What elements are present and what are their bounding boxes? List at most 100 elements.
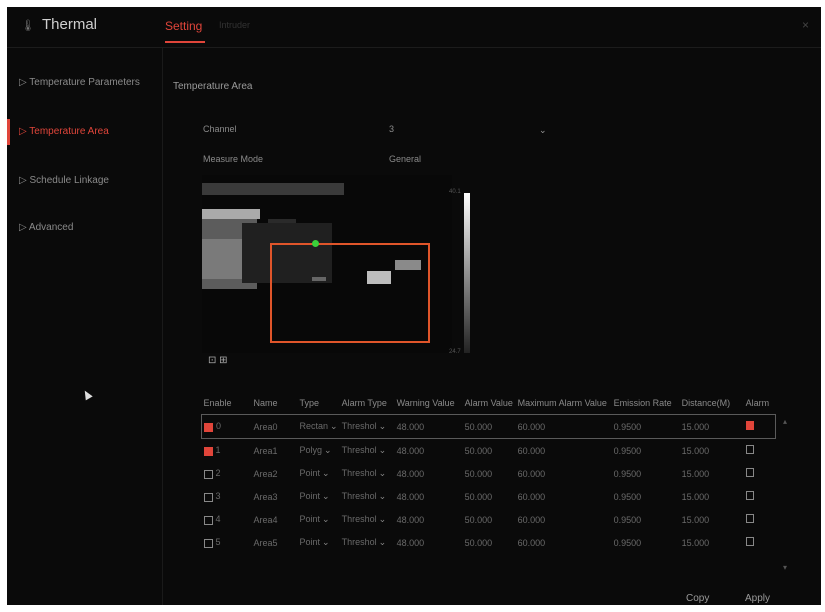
scroll-up-arrow-icon[interactable]: ▴ — [783, 417, 787, 426]
emission-rate-cell[interactable]: 0.9500 — [612, 462, 680, 485]
chevron-down-icon[interactable]: ⌄ — [539, 125, 547, 136]
alarm-indicator[interactable] — [745, 537, 754, 546]
warning-value-cell[interactable]: 48.000 — [395, 439, 463, 463]
alarm-type-cell[interactable]: Threshol ⌄ — [340, 508, 395, 531]
max-alarm-value-cell[interactable]: 60.000 — [516, 462, 612, 485]
alarm-type-cell[interactable]: Threshol ⌄ — [340, 531, 395, 554]
type-cell[interactable]: Point ⌄ — [298, 508, 340, 531]
enable-cell[interactable]: 1 — [202, 439, 252, 463]
table-row[interactable]: 2 Area2 Point ⌄ Threshol ⌄ 48.000 50.000 6… — [202, 462, 776, 485]
emission-rate-cell[interactable]: 0.9500 — [612, 439, 680, 463]
alarm-cell[interactable] — [743, 414, 777, 439]
type-cell[interactable]: Rectan ⌄ — [297, 414, 340, 439]
alarm-value-cell[interactable]: 50.000 — [463, 485, 516, 508]
alarm-cell[interactable] — [744, 485, 776, 508]
enable-checkbox[interactable] — [203, 538, 213, 548]
warning-value-cell[interactable]: 48.000 — [395, 508, 463, 531]
table-row[interactable]: 4 Area4 Point ⌄ Threshol ⌄ 48.000 50.000 6… — [202, 508, 776, 531]
alarm-value-cell[interactable]: 50.000 — [463, 508, 516, 531]
distance-cell[interactable]: 15.000 — [680, 462, 744, 485]
preview-tool-icons[interactable]: ⊡ ⊞ — [208, 355, 228, 366]
scroll-down-arrow-icon[interactable]: ▾ — [783, 563, 787, 572]
sidebar-item-advanced[interactable]: ▷ Advanced — [7, 215, 162, 241]
distance-cell[interactable]: 15.000 — [680, 485, 744, 508]
sidebar-item-schedule-linkage[interactable]: ▷ Schedule Linkage — [7, 168, 162, 194]
type-cell[interactable]: Polyg ⌄ — [298, 439, 340, 463]
alarm-value-cell[interactable]: 50.000 — [462, 414, 516, 439]
enable-checkbox[interactable] — [203, 446, 213, 456]
enable-cell[interactable]: 2 — [202, 462, 252, 485]
name-cell[interactable]: Area0 — [251, 414, 298, 439]
table-row[interactable]: 3 Area3 Point ⌄ Threshol ⌄ 48.000 50.000 6… — [202, 485, 776, 508]
type-cell[interactable]: Point ⌄ — [298, 462, 340, 485]
enable-cell[interactable]: 4 — [202, 508, 252, 531]
emission-rate-cell[interactable]: 0.9500 — [612, 508, 680, 531]
enable-checkbox[interactable] — [203, 492, 213, 502]
name-cell[interactable]: Area4 — [252, 508, 298, 531]
max-alarm-value-cell[interactable]: 60.000 — [516, 485, 612, 508]
point-marker[interactable] — [312, 240, 319, 247]
max-alarm-value-cell[interactable]: 60.000 — [515, 414, 612, 439]
type-cell[interactable]: Point ⌄ — [298, 531, 340, 554]
alarm-value-cell[interactable]: 50.000 — [463, 439, 516, 463]
distance-cell[interactable]: 15.000 — [679, 414, 744, 439]
distance-cell[interactable]: 15.000 — [680, 439, 744, 463]
channel-select[interactable]: 3 — [389, 124, 394, 134]
measurement-rectangle-area[interactable] — [270, 243, 430, 343]
alarm-cell[interactable] — [744, 439, 776, 463]
emission-rate-cell[interactable]: 0.9500 — [612, 531, 680, 554]
alarm-cell[interactable] — [744, 462, 776, 485]
sidebar-item-temperature-area[interactable]: ▷ Temperature Area — [7, 119, 162, 145]
row-id: 4 — [215, 514, 221, 525]
table-row[interactable]: 1 Area1 Polyg ⌄ Threshol ⌄ 48.000 50.000 6… — [202, 439, 776, 463]
tab-second[interactable]: Intruder — [219, 20, 250, 30]
warning-value-cell[interactable]: 48.000 — [394, 414, 463, 439]
col-enable: Enable — [203, 398, 232, 408]
alarm-value-cell[interactable]: 50.000 — [463, 462, 516, 485]
emission-rate-cell[interactable]: 0.9500 — [612, 485, 680, 508]
name-cell[interactable]: Area3 — [252, 485, 298, 508]
warning-value-cell[interactable]: 48.000 — [395, 485, 463, 508]
alarm-indicator[interactable] — [745, 491, 754, 500]
warning-value-cell[interactable]: 48.000 — [395, 462, 463, 485]
close-icon[interactable]: × — [802, 18, 809, 32]
enable-cell[interactable]: 3 — [202, 485, 252, 508]
sidebar-item-temperature-parameters[interactable]: ▷ Temperature Parameters — [7, 70, 162, 96]
max-alarm-value-cell[interactable]: 60.000 — [516, 439, 612, 463]
enable-checkbox[interactable] — [203, 515, 213, 525]
enable-checkbox[interactable] — [204, 422, 213, 432]
enable-cell[interactable]: 5 — [202, 531, 252, 554]
thermal-preview-image[interactable] — [202, 175, 452, 353]
alarm-indicator[interactable] — [745, 445, 754, 454]
distance-cell[interactable]: 15.000 — [680, 508, 744, 531]
max-alarm-value-cell[interactable]: 60.000 — [516, 508, 612, 531]
apply-button[interactable]: Apply — [745, 593, 770, 604]
alarm-type-cell[interactable]: Threshol ⌄ — [340, 462, 395, 485]
alarm-cell[interactable] — [744, 508, 776, 531]
enable-checkbox[interactable] — [203, 469, 213, 479]
alarm-type-cell[interactable]: Threshol ⌄ — [339, 414, 395, 439]
warning-value-cell[interactable]: 48.000 — [395, 531, 463, 554]
name-cell[interactable]: Area5 — [252, 531, 298, 554]
alarm-value-cell[interactable]: 50.000 — [463, 531, 516, 554]
tab-setting[interactable]: Setting — [165, 19, 202, 33]
table-header-row: Enable Name Type Alarm Type Warning Valu… — [202, 392, 776, 415]
alarm-type-value: Threshol — [341, 514, 377, 524]
table-row[interactable]: 5 Area5 Point ⌄ Threshol ⌄ 48.000 50.000 6… — [202, 531, 776, 554]
alarm-type-cell[interactable]: Threshol ⌄ — [340, 439, 395, 463]
alarm-indicator[interactable] — [745, 468, 754, 477]
alarm-indicator[interactable] — [745, 514, 754, 523]
type-cell[interactable]: Point ⌄ — [298, 485, 340, 508]
alarm-indicator[interactable] — [745, 421, 754, 430]
distance-cell[interactable]: 15.000 — [680, 531, 744, 554]
alarm-type-cell[interactable]: Threshol ⌄ — [340, 485, 395, 508]
table-row[interactable]: 0 Area0 Rectan ⌄ Threshol ⌄ 48.000 50.000 … — [201, 414, 777, 439]
alarm-cell[interactable] — [744, 531, 776, 554]
temperature-scale-bar — [464, 193, 470, 353]
name-cell[interactable]: Area2 — [252, 462, 298, 485]
max-alarm-value-cell[interactable]: 60.000 — [516, 531, 612, 554]
enable-cell[interactable]: 0 — [201, 414, 252, 439]
copy-button[interactable]: Copy — [686, 593, 709, 604]
name-cell[interactable]: Area1 — [252, 439, 298, 463]
emission-rate-cell[interactable]: 0.9500 — [611, 414, 680, 439]
